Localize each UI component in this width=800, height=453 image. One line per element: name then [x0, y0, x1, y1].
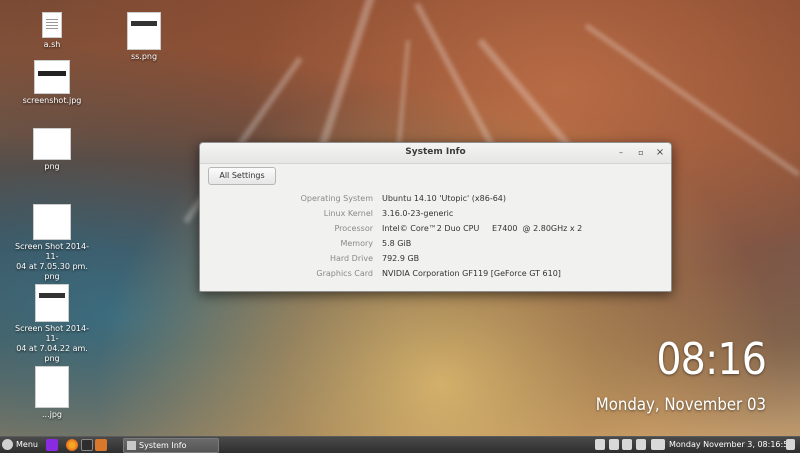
info-row-kernel: Linux Kernel 3.16.0-23-generic	[200, 209, 671, 223]
updates-icon[interactable]	[609, 439, 619, 450]
maximize-button[interactable]: ▫	[635, 147, 647, 159]
close-button[interactable]: ×	[654, 147, 666, 159]
menu-button[interactable]: Menu	[2, 438, 38, 452]
volume-icon[interactable]	[651, 439, 665, 450]
taskbar-item-system-info[interactable]: System Info	[123, 438, 219, 453]
info-key: Graphics Card	[316, 269, 373, 278]
desktop-icon-label: Screen Shot 2014-11- 04 at 7.04.22 am. p…	[14, 324, 89, 363]
firefox-icon[interactable]	[66, 439, 78, 451]
network-icon[interactable]	[595, 439, 605, 450]
desktop-icon-screenshot-jpg[interactable]: screenshot.jpg	[12, 60, 92, 106]
info-key: Linux Kernel	[323, 209, 373, 218]
info-row-memory: Memory 5.8 GiB	[200, 239, 671, 253]
image-thumbnail-icon	[35, 366, 69, 408]
all-settings-button[interactable]: All Settings	[208, 167, 276, 185]
desktop-icon-screenshot-704[interactable]: Screen Shot 2014-11- 04 at 7.04.22 am. p…	[12, 284, 92, 364]
desktop-icon-a-sh[interactable]: a.sh	[12, 12, 92, 50]
system-info-window[interactable]: System Info – ▫ × All Settings Operating…	[199, 142, 672, 292]
info-value: 792.9 GB	[382, 254, 420, 263]
files-icon[interactable]	[95, 439, 107, 451]
taskbar-item-label: System Info	[139, 441, 187, 450]
info-value: 3.16.0-23-generic	[382, 209, 454, 218]
show-desktop-icon[interactable]	[786, 439, 795, 450]
window-icon	[127, 441, 136, 450]
app-launcher-icon[interactable]	[46, 439, 58, 451]
desktop-icon-png[interactable]: png	[12, 128, 92, 172]
panel-clock[interactable]: Monday November 3, 08:16:56	[669, 438, 793, 452]
window-title: System Info	[405, 147, 466, 157]
text-file-icon	[42, 12, 62, 38]
image-thumbnail-icon	[33, 128, 71, 160]
image-thumbnail-icon	[34, 60, 70, 94]
desktop-icon-label: Screen Shot 2014-11- 04 at 7.05.30 pm. p…	[14, 242, 89, 281]
bottom-panel: Menu System Info Monday November 3, 08:1…	[0, 436, 800, 453]
info-value: Intel© Core™2 Duo CPU E7400 @ 2.80GHz x …	[382, 224, 583, 233]
desktop-icon-ss-png[interactable]: ss.png	[104, 12, 184, 62]
info-row-processor: Processor Intel© Core™2 Duo CPU E7400 @ …	[200, 224, 671, 238]
image-thumbnail-icon	[33, 204, 71, 240]
desktop-icon-label: ss.png	[130, 52, 158, 61]
image-thumbnail-icon	[127, 12, 161, 50]
info-key: Hard Drive	[329, 254, 373, 263]
desktop-icon-label: ...jpg	[41, 410, 62, 419]
desktop-clock-date: Monday, November 03	[595, 395, 766, 415]
window-titlebar[interactable]: System Info – ▫ ×	[200, 143, 671, 164]
desktop-icon-jpg[interactable]: ...jpg	[12, 366, 92, 420]
info-value: NVIDIA Corporation GF119 [GeForce GT 610…	[382, 269, 561, 278]
info-value: 5.8 GiB	[382, 239, 412, 248]
image-thumbnail-icon	[35, 284, 69, 322]
minimize-button[interactable]: –	[615, 147, 627, 159]
notifications-icon[interactable]	[636, 439, 646, 450]
info-key: Processor	[334, 224, 373, 233]
desktop-icon-label: screenshot.jpg	[22, 96, 82, 105]
battery-icon[interactable]	[622, 439, 632, 450]
info-key: Memory	[340, 239, 373, 248]
desktop-icon-label: png	[44, 162, 60, 171]
desktop-clock-time: 08:16	[656, 334, 767, 385]
desktop-icon-screenshot-705[interactable]: Screen Shot 2014-11- 04 at 7.05.30 pm. p…	[12, 204, 92, 282]
desktop-icon-label: a.sh	[43, 40, 61, 49]
terminal-icon[interactable]	[81, 439, 93, 451]
info-value: Ubuntu 14.10 'Utopic' (x86-64)	[382, 194, 507, 203]
info-row-graphics: Graphics Card NVIDIA Corporation GF119 […	[200, 269, 671, 283]
info-key: Operating System	[300, 194, 373, 203]
menu-logo-icon	[2, 439, 13, 450]
menu-label: Menu	[16, 440, 38, 449]
info-row-hard-drive: Hard Drive 792.9 GB	[200, 254, 671, 268]
info-row-os: Operating System Ubuntu 14.10 'Utopic' (…	[200, 194, 671, 208]
